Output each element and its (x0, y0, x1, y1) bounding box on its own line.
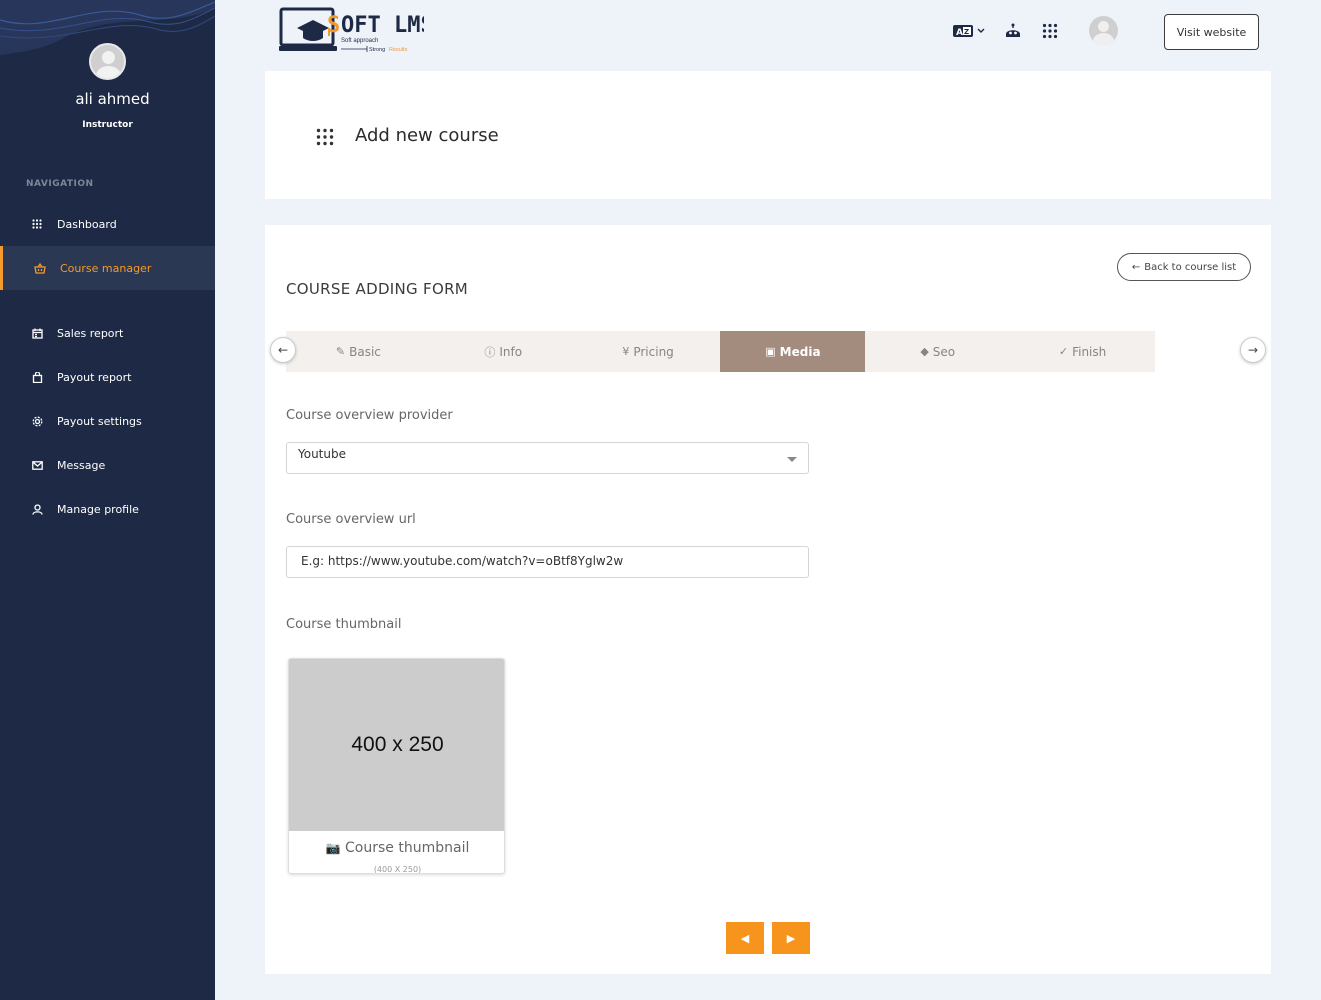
sidebar-item-label: Message (57, 458, 106, 472)
check-circle-icon: ✓ (1058, 345, 1069, 358)
basket-icon (34, 262, 46, 274)
tab-label: Finish (1072, 344, 1107, 359)
svg-text:A: A (956, 28, 963, 38)
arrow-left-icon: ← (277, 343, 289, 357)
url-label: Course overview url (286, 512, 416, 527)
previous-button[interactable]: ◀ (726, 922, 764, 954)
svg-text:OFT LMS: OFT LMS (341, 13, 424, 38)
tag-icon: ◆ (920, 345, 929, 358)
translate-icon: A Z (953, 25, 985, 38)
svg-text:Soft approach: Soft approach (341, 38, 378, 44)
pen-icon: ✎ (335, 345, 346, 358)
provider-value: Youtube (298, 447, 346, 461)
provider-label: Course overview provider (286, 408, 453, 423)
avatar[interactable] (89, 43, 126, 80)
sidebar-item-payout-report[interactable]: Payout report (0, 355, 215, 399)
tab-label: Media (779, 344, 821, 359)
sidebar-item-label: Sales report (57, 326, 124, 340)
tab-label: Basic (349, 344, 381, 359)
sidebar-item-label: Payout report (57, 370, 132, 384)
sidebar-item-dashboard[interactable]: Dashboard (0, 202, 215, 246)
sidebar-item-label: Manage profile (57, 502, 139, 516)
tab-finish[interactable]: ✓ Finish (1010, 331, 1155, 372)
form-tabs: ✎ Basic ⓘ Info ¥ Pricing ▣ Media ◆ Seo ✓… (286, 331, 1155, 372)
svg-text:Z: Z (964, 28, 969, 36)
sidebar: ali ahmed Instructor NAVIGATION Dashboar… (0, 0, 215, 1000)
media-icon: ▣ (765, 345, 776, 358)
user-icon (31, 503, 43, 515)
thumbnail-caption-text: Course thumbnail (345, 840, 470, 856)
info-icon: ⓘ (484, 345, 496, 359)
camera-icon: 📷 (325, 841, 341, 855)
thumbnail-caption: 📷 Course thumbnail (289, 840, 504, 856)
tab-pricing[interactable]: ¥ Pricing (576, 331, 721, 372)
back-button-label: Back to course list (1144, 261, 1237, 273)
sidebar-item-course-manager[interactable]: Course manager (0, 246, 215, 290)
thumbnail-placeholder-image: 400 x 250 (289, 659, 504, 831)
nav-section-title: NAVIGATION (26, 179, 94, 189)
svg-text:Strong: Strong (369, 47, 385, 53)
apps-grid-icon[interactable] (1042, 22, 1058, 44)
thumbnail-label: Course thumbnail (286, 617, 402, 632)
tab-label: Seo (932, 344, 956, 359)
caret-down-icon (787, 457, 797, 462)
arrow-right-icon: → (1247, 343, 1259, 357)
language-switcher[interactable]: A Z (952, 22, 988, 44)
course-form-card: ← Back to course list COURSE ADDING FORM… (265, 225, 1271, 974)
sidebar-item-sales-report[interactable]: Sales report (0, 311, 215, 355)
grid-icon (316, 128, 334, 146)
thumbnail-size-hint: (400 X 250) (373, 865, 422, 874)
sidebar-item-manage-profile[interactable]: Manage profile (0, 487, 215, 531)
visit-website-button[interactable]: Visit website (1164, 14, 1259, 50)
calendar-icon (31, 327, 43, 339)
yen-icon: ¥ (622, 345, 630, 358)
arrow-left-icon: ← (1131, 261, 1141, 273)
arrow-left-icon: ◀ (740, 931, 750, 945)
tab-media[interactable]: ▣ Media (720, 331, 866, 372)
tabs-prev-button[interactable]: ← (270, 337, 296, 363)
tabs-next-button[interactable]: → (1240, 337, 1266, 363)
next-button[interactable]: ▶ (772, 922, 810, 954)
bag-icon (31, 371, 43, 383)
logo[interactable]: S OFT LMS Soft approach Strong Results (279, 6, 434, 56)
user-name: ali ahmed (75, 90, 150, 108)
arrow-right-icon: ▶ (786, 931, 796, 945)
tab-seo[interactable]: ◆ Seo (865, 331, 1010, 372)
sidebar-item-label: Course manager (60, 261, 152, 275)
svg-text:Results: Results (389, 47, 408, 53)
provider-select[interactable]: Youtube (286, 442, 809, 474)
tab-label: Info (499, 344, 523, 359)
tab-label: Pricing (633, 344, 674, 359)
sidebar-item-label: Payout settings (57, 414, 142, 428)
page-title: Add new course (355, 125, 499, 146)
sidebar-item-payout-settings[interactable]: Payout settings (0, 399, 215, 443)
tab-info[interactable]: ⓘ Info (431, 331, 576, 372)
robot-icon[interactable] (1004, 22, 1022, 44)
overview-url-input[interactable]: E.g: https://www.youtube.com/watch?v=oBt… (286, 546, 809, 578)
gear-icon (31, 415, 43, 427)
svg-text:S: S (327, 13, 340, 38)
thumbnail-upload[interactable]: 400 x 250 📷 Course thumbnail (400 X 250) (288, 658, 505, 874)
sidebar-item-label: Dashboard (57, 217, 117, 231)
sidebar-item-message[interactable]: Message (0, 443, 215, 487)
form-title: COURSE ADDING FORM (286, 280, 469, 298)
mail-icon (31, 459, 43, 471)
user-role: Instructor (82, 120, 133, 130)
back-to-course-list-button[interactable]: ← Back to course list (1117, 253, 1251, 281)
grid-icon (31, 218, 43, 230)
page-title-card: Add new course (265, 71, 1271, 199)
tab-basic[interactable]: ✎ Basic (286, 331, 431, 372)
header-avatar[interactable] (1089, 16, 1118, 45)
